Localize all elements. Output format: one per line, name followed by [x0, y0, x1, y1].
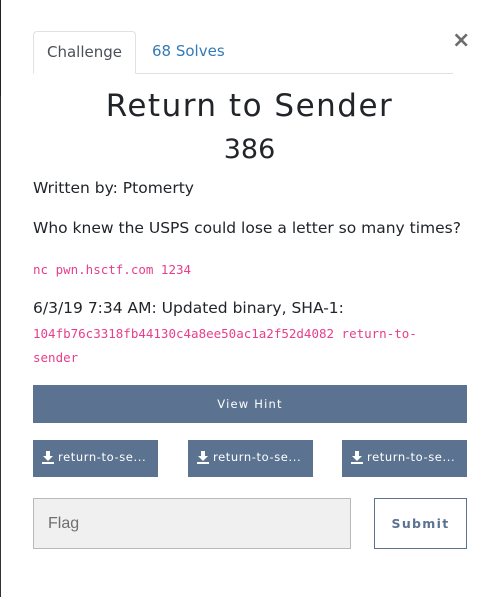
download-icon — [42, 450, 54, 464]
file-name: return-to-se... — [367, 450, 456, 464]
download-icon — [351, 450, 363, 464]
update-note: 6/3/19 7:34 AM: Updated binary, SHA-1: — [33, 299, 344, 317]
author-line: Written by: Ptomerty — [33, 179, 194, 197]
file-download-button[interactable]: return-to-se... — [33, 440, 158, 477]
file-download-button[interactable]: return-to-se... — [188, 440, 313, 477]
view-hint-button[interactable]: View Hint — [33, 385, 467, 423]
download-icon — [197, 450, 209, 464]
challenge-title: Return to Sender — [105, 88, 394, 124]
close-icon[interactable]: × — [452, 28, 470, 54]
window-left-border-dark — [0, 0, 1, 96]
submit-button[interactable]: Submit — [374, 498, 467, 549]
sha1-hash: 104fb76c3318fb44130c4a8ee50ac1a2f52d4082… — [33, 326, 417, 341]
flag-input[interactable] — [33, 498, 351, 549]
file-download-button[interactable]: return-to-se... — [342, 440, 467, 477]
challenge-tabs: Challenge 68 Solves — [33, 31, 453, 74]
file-name: return-to-se... — [58, 450, 147, 464]
challenge-points: 386 — [223, 134, 276, 165]
sha1-hash-continued: sender — [33, 350, 79, 365]
challenge-description: Who knew the USPS could lose a letter so… — [33, 219, 461, 237]
tab-solves[interactable]: 68 Solves — [152, 31, 225, 73]
tab-challenge[interactable]: Challenge — [33, 31, 136, 74]
connection-command: nc pwn.hsctf.com 1234 — [33, 262, 192, 277]
file-name: return-to-se... — [213, 450, 302, 464]
